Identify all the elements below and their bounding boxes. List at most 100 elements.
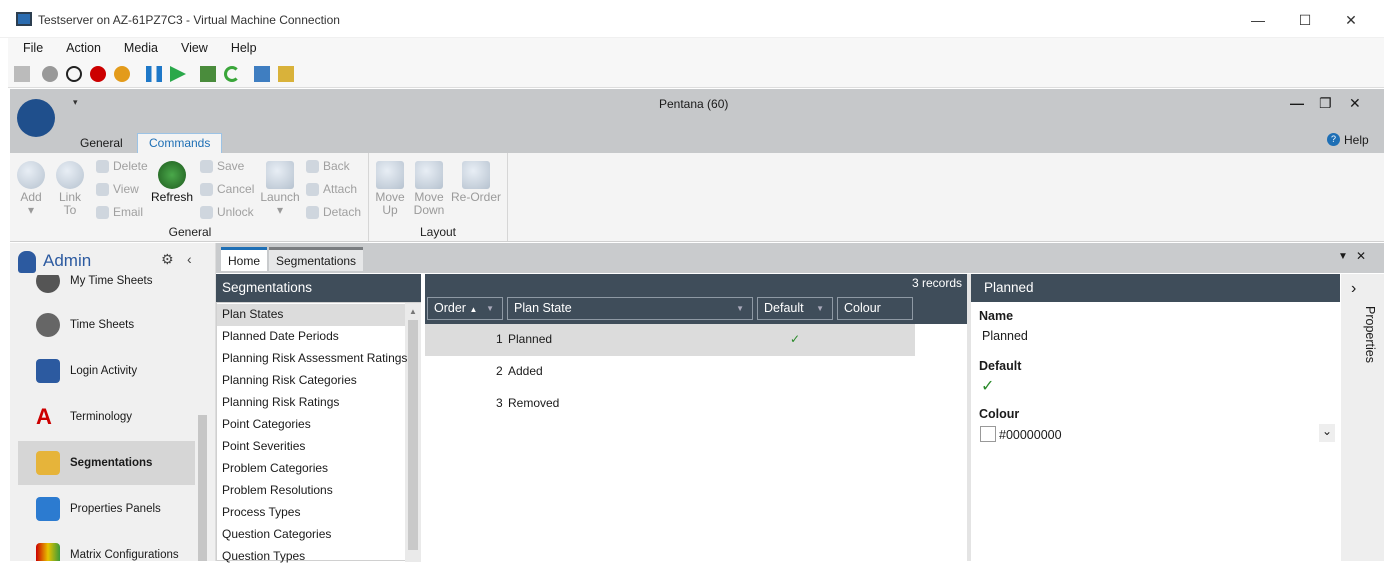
list-item[interactable]: Planned Date Periods: [222, 325, 339, 347]
turn-off-icon[interactable]: [66, 66, 82, 82]
expand-icon[interactable]: ›: [1351, 280, 1356, 298]
vm-icon: [16, 12, 32, 26]
revert-icon[interactable]: [224, 66, 240, 82]
default-label: Default: [979, 359, 1022, 373]
properties-side-tab[interactable]: › Properties: [1341, 274, 1384, 561]
column-header-plan-state[interactable]: Plan State ▼: [507, 297, 753, 320]
menu-view[interactable]: View: [166, 38, 216, 55]
collapse-icon[interactable]: ‹: [187, 251, 192, 267]
delete-button[interactable]: Delete: [96, 159, 148, 173]
list-item[interactable]: Planning Risk Categories: [222, 369, 357, 391]
menu-file[interactable]: File: [8, 38, 51, 55]
share-icon[interactable]: [278, 66, 294, 82]
shutdown-icon[interactable]: [90, 66, 106, 82]
nav-item-time-sheets[interactable]: Time Sheets: [18, 303, 195, 347]
doc-tab-home[interactable]: Home: [221, 247, 268, 271]
group-label-general: General: [168, 225, 212, 239]
colour-value[interactable]: #00000000: [999, 428, 1062, 442]
tab-general[interactable]: General: [70, 134, 133, 152]
table-row[interactable]: 2 Added: [425, 356, 915, 388]
detach-button[interactable]: Detach: [306, 205, 361, 219]
ctrl-alt-del-icon[interactable]: [14, 66, 30, 82]
unlock-button[interactable]: Unlock: [200, 205, 254, 219]
vm-toolbar: [8, 60, 1384, 88]
nav-item-terminology[interactable]: A Terminology: [18, 395, 195, 439]
launch-button[interactable]: Launch ▾: [260, 161, 300, 217]
refresh-button[interactable]: Refresh: [150, 161, 194, 204]
attach-button[interactable]: Attach: [306, 182, 357, 196]
list-item[interactable]: Question Types: [222, 545, 305, 567]
save-button[interactable]: Save: [200, 159, 244, 173]
close-button[interactable]: ✕: [1328, 8, 1374, 32]
pause-icon[interactable]: [146, 66, 162, 82]
reorder-button[interactable]: Re-Order: [450, 161, 502, 204]
list-scrollbar[interactable]: ▲: [405, 303, 421, 562]
quick-access-dropdown-icon[interactable]: ▾: [73, 97, 78, 108]
list-item[interactable]: Point Severities: [222, 435, 305, 457]
tab-commands[interactable]: Commands: [137, 133, 223, 153]
splitter[interactable]: [967, 274, 971, 561]
list-item[interactable]: Planning Risk Assessment Ratings: [222, 347, 407, 369]
app-minimize-button[interactable]: —: [1290, 95, 1304, 111]
default-check-icon[interactable]: ✓: [981, 376, 994, 396]
add-button[interactable]: Add ▾: [16, 161, 46, 217]
filter-icon: ▼: [736, 304, 744, 313]
list-item[interactable]: Plan States: [222, 303, 283, 325]
column-header-default[interactable]: Default ▼: [757, 297, 833, 320]
email-button[interactable]: Email: [96, 205, 143, 219]
menu-action[interactable]: Action: [51, 38, 109, 55]
move-down-button[interactable]: Move Down: [412, 161, 446, 217]
help-icon[interactable]: ?: [1327, 133, 1340, 146]
doc-tab-segmentations[interactable]: Segmentations: [269, 247, 364, 271]
list-item[interactable]: Planning Risk Ratings: [222, 391, 339, 413]
start-icon[interactable]: [42, 66, 58, 82]
nav-item-login-activity[interactable]: Login Activity: [18, 349, 195, 393]
name-value: Planned: [982, 329, 1028, 343]
minimize-button[interactable]: —: [1235, 8, 1281, 32]
table-row[interactable]: 3 Removed: [425, 388, 915, 420]
link-to-button[interactable]: Link To: [54, 161, 86, 217]
column-header-colour[interactable]: Colour: [837, 297, 913, 320]
checkpoint-icon[interactable]: [200, 66, 216, 82]
list-item[interactable]: Process Types: [222, 501, 300, 523]
nav-title: Admin: [43, 251, 92, 270]
enhanced-session-icon[interactable]: [254, 66, 270, 82]
vm-title-bar: Testserver on AZ-61PZ7C3 - Virtual Machi…: [0, 0, 1384, 38]
nav-item-my-time-sheets[interactable]: My Time Sheets: [18, 275, 195, 303]
menu-media[interactable]: Media: [109, 38, 166, 55]
gear-icon[interactable]: ⚙: [161, 251, 174, 268]
back-button[interactable]: Back: [306, 159, 350, 173]
menu-help[interactable]: Help: [216, 38, 265, 55]
list-item[interactable]: Question Categories: [222, 523, 331, 545]
email-icon: [96, 205, 109, 219]
maximize-button[interactable]: ☐: [1282, 8, 1328, 32]
list-item[interactable]: Point Categories: [222, 413, 311, 435]
nav-item-matrix-configurations[interactable]: Matrix Configurations: [18, 533, 195, 561]
pentana-logo-icon[interactable]: [17, 99, 55, 137]
help-link[interactable]: Help: [1344, 133, 1369, 147]
back-icon: [306, 159, 319, 173]
resume-icon[interactable]: [170, 66, 186, 82]
properties-panel-icon: [36, 497, 60, 521]
nav-scrollbar[interactable]: [198, 415, 207, 561]
list-item[interactable]: Problem Categories: [222, 457, 328, 479]
tab-dropdown-icon[interactable]: ▼: [1338, 251, 1348, 262]
nav-item-properties-panels[interactable]: Properties Panels: [18, 487, 195, 531]
cancel-button[interactable]: Cancel: [200, 182, 254, 196]
ribbon: Add ▾ Link To Delete View Email Refresh Sa…: [10, 153, 1384, 242]
colour-dropdown-icon[interactable]: ⌄: [1319, 424, 1335, 442]
table-row[interactable]: 1 Planned ✓: [425, 324, 915, 356]
colour-swatch[interactable]: [980, 426, 996, 442]
tab-close-icon[interactable]: ✕: [1356, 249, 1366, 263]
save-state-icon[interactable]: [114, 66, 130, 82]
app-close-button[interactable]: ✕: [1349, 95, 1361, 112]
column-header-order[interactable]: Order ▲ ▼: [427, 297, 503, 320]
app-restore-button[interactable]: ❐: [1319, 95, 1332, 112]
properties-side-label[interactable]: Properties: [1363, 306, 1377, 363]
clock-icon: [36, 275, 60, 293]
list-item[interactable]: Problem Resolutions: [222, 479, 333, 501]
view-button[interactable]: View: [96, 182, 139, 196]
nav-item-segmentations[interactable]: Segmentations: [18, 441, 195, 485]
segmentations-panel-header: Segmentations: [216, 274, 421, 302]
move-up-button[interactable]: Move Up: [374, 161, 406, 217]
